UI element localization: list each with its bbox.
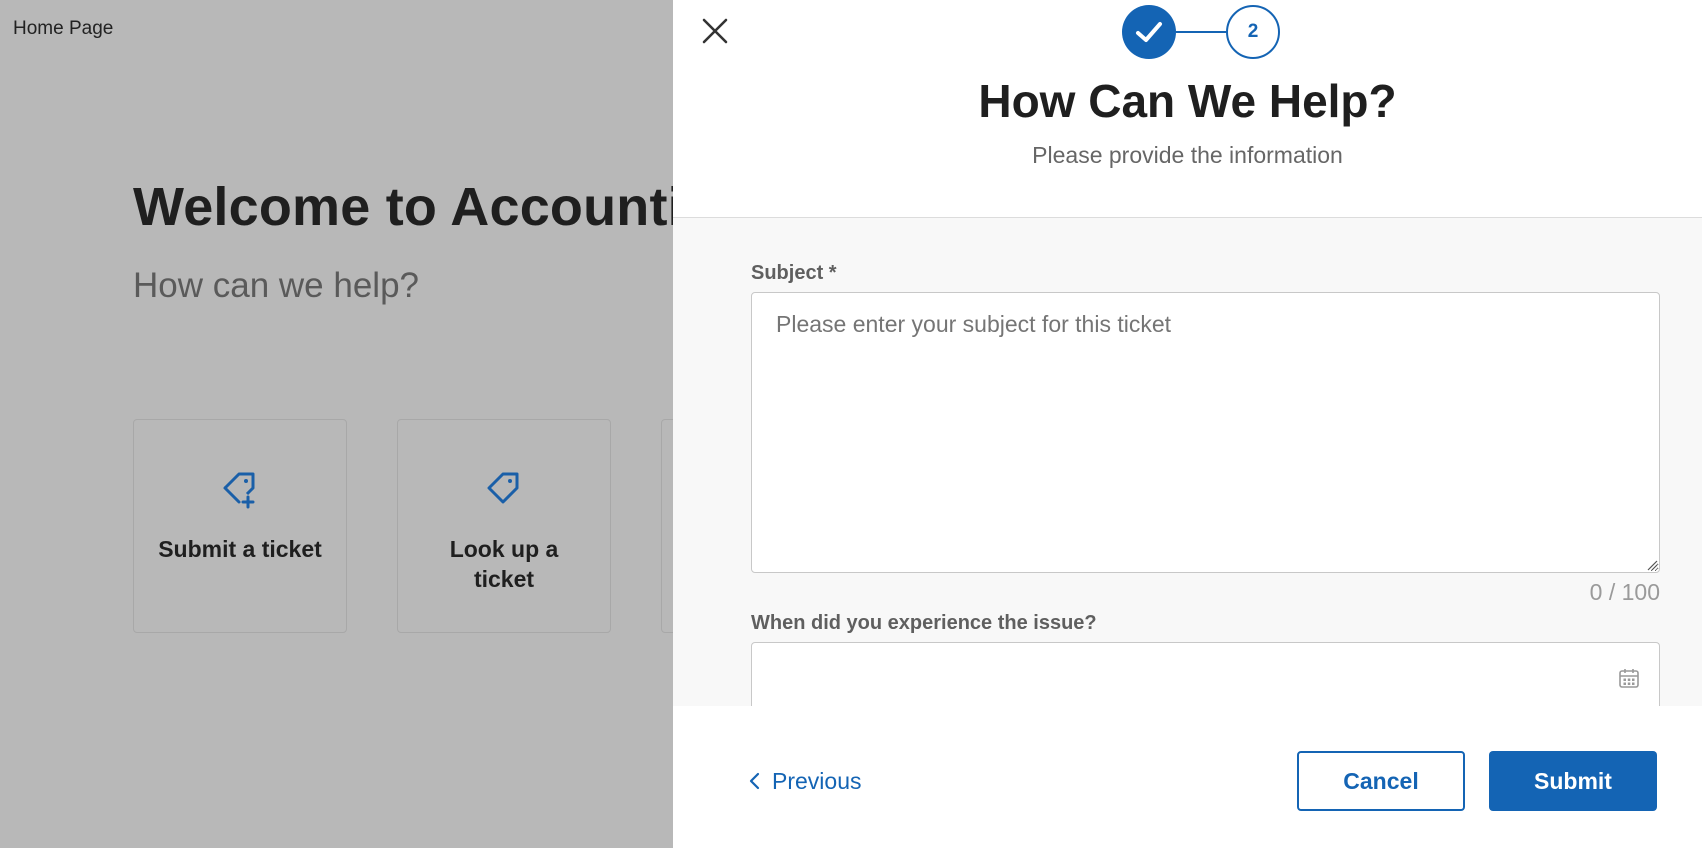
- subject-label: Subject *: [751, 262, 837, 284]
- lookup-ticket-card[interactable]: Look up a ticket: [397, 419, 611, 633]
- submit-ticket-card[interactable]: Submit a ticket: [133, 419, 347, 633]
- check-icon: [1136, 22, 1162, 42]
- progress-stepper: 2: [1122, 5, 1280, 59]
- home-page-link[interactable]: Home Page: [13, 18, 113, 40]
- step-2-current: 2: [1226, 5, 1280, 59]
- welcome-subtitle: How can we help?: [133, 266, 419, 305]
- previous-button[interactable]: Previous: [748, 766, 861, 796]
- chevron-left-icon: [749, 772, 760, 790]
- previous-label: Previous: [772, 767, 862, 794]
- welcome-title: Welcome to Accountin: [133, 177, 717, 237]
- dialog-title: How Can We Help?: [978, 75, 1397, 127]
- issue-date-input[interactable]: [751, 642, 1660, 712]
- tag-plus-icon: [223, 472, 255, 509]
- dialog-subtitle: Please provide the information: [1032, 142, 1343, 168]
- close-icon[interactable]: [700, 16, 730, 46]
- submit-ticket-label: Submit a ticket: [158, 536, 322, 562]
- step-connector: [1176, 31, 1226, 33]
- resize-grip-icon[interactable]: [1647, 560, 1658, 571]
- issue-date-label: When did you experience the issue?: [751, 612, 1097, 634]
- tag-icon: [487, 472, 519, 504]
- calendar-icon[interactable]: [1618, 667, 1640, 689]
- submit-button[interactable]: Submit: [1489, 751, 1657, 811]
- step-1-completed: [1122, 5, 1176, 59]
- cancel-button[interactable]: Cancel: [1297, 751, 1465, 811]
- lookup-ticket-label: Look up a ticket: [449, 536, 559, 592]
- subject-textarea[interactable]: [751, 292, 1660, 573]
- subject-char-counter: 0 / 100: [1589, 579, 1660, 605]
